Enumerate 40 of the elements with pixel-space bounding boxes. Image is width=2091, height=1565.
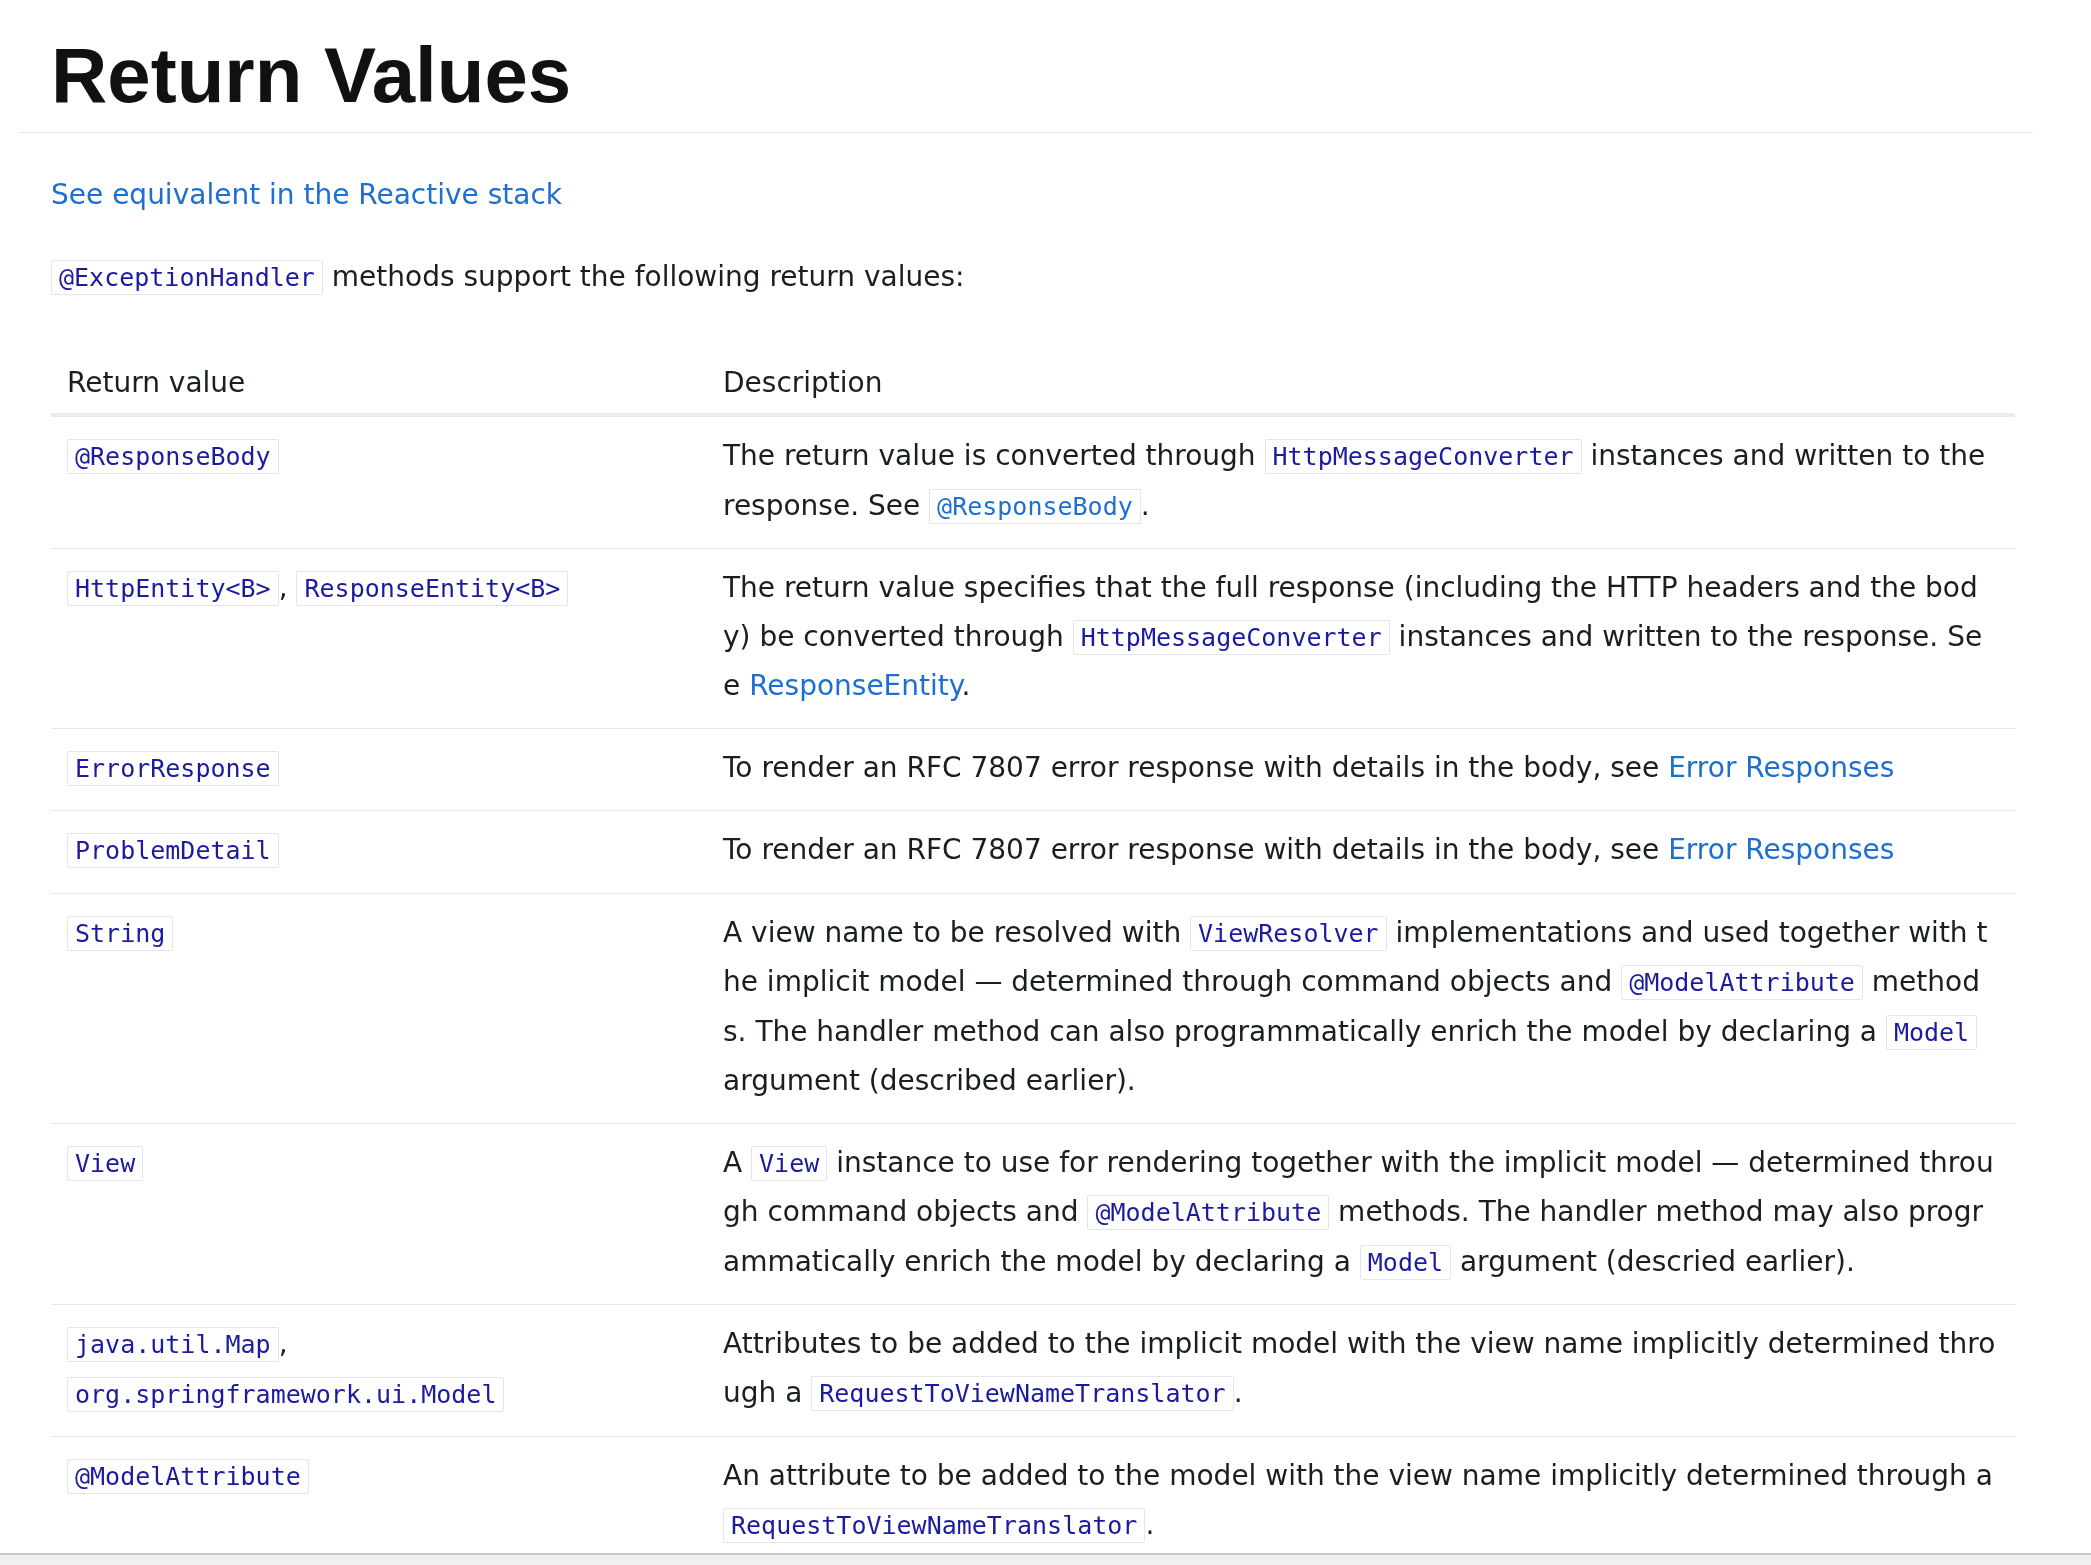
inline-code: java.util.Map xyxy=(67,1327,279,1362)
inline-code: ViewResolver xyxy=(1190,915,1387,951)
inline-code: HttpMessageConverter xyxy=(1264,439,1582,474)
description-cell: The return value is converted through HttpMessageConverter instances and written to the response. See @ResponseBody . xyxy=(707,415,2015,549)
column-header: Return value xyxy=(51,360,707,415)
inline-code: Model xyxy=(1359,1244,1452,1280)
inline-code: RequestToViewNameTranslator xyxy=(723,1507,1146,1543)
inline-code: View xyxy=(67,1145,144,1181)
inline-code: HttpEntity<B> xyxy=(67,571,279,606)
inline-code: @ResponseBody xyxy=(67,439,279,474)
horizontal-scrollbar[interactable] xyxy=(0,1553,2091,1565)
description-cell: A View instance to use for rendering together with the implicit model — determined through command objects and @ModelAttribute methods. The handler method may also programmatically enrich the model by declaring a Model argument (descried earlier). xyxy=(707,1123,2015,1305)
inline-code: View xyxy=(751,1145,828,1181)
inline-code: ResponseEntity<B> xyxy=(296,571,569,606)
return-value-cell: java.util.Map , org.springframework.ui.Model xyxy=(51,1304,707,1437)
inline-code: org.springframework.ui.Model xyxy=(67,1376,505,1412)
inline-code: @ModelAttribute xyxy=(67,1459,309,1494)
description-cell: The return value specifies that the full response (including the HTTP headers and the body) be converted through HttpMessageConverter instances and written to the response. See ResponseEntity. xyxy=(707,548,2015,728)
link[interactable]: Error Responses xyxy=(1668,750,1895,784)
inline-code: String xyxy=(67,915,174,951)
inline-code: Model xyxy=(1885,1014,1978,1050)
code-link[interactable]: @ResponseBody xyxy=(929,488,1141,524)
link[interactable]: ResponseEntity xyxy=(749,669,962,702)
description-cell: To render an RFC 7807 error response with details in the body, see Error Responses xyxy=(707,810,2015,893)
intro-text: @ExceptionHandler methods support the following return values: xyxy=(51,257,2015,298)
inline-code: @ExceptionHandler xyxy=(51,260,323,295)
inline-code: ErrorResponse xyxy=(67,750,279,786)
description-cell: To render an RFC 7807 error response with details in the body, see Error Responses xyxy=(707,728,2015,811)
return-value-cell: HttpEntity<B> , ResponseEntity<B> xyxy=(51,548,707,728)
column-header: Description xyxy=(707,360,2015,415)
inline-code: @ModelAttribute xyxy=(1087,1195,1330,1230)
reactive-stack-link[interactable]: See equivalent in the Reactive stack xyxy=(51,178,563,211)
description-cell: A view name to be resolved with ViewResolver implementations and used together with the implicit model — determined through command objects and @ModelAttribute methods. The handler method can also programmatically enrich the model by declaring a Model argument (described earlier). xyxy=(707,893,2015,1123)
inline-code: @ModelAttribute xyxy=(1621,965,1863,1000)
page-title: Return Values xyxy=(19,0,2033,133)
description-cell: Attributes to be added to the implicit model with the view name implicitly determined through a RequestToViewNameTranslator . xyxy=(707,1304,2015,1437)
inline-code: RequestToViewNameTranslator xyxy=(811,1375,1234,1411)
inline-code: HttpMessageConverter xyxy=(1072,619,1390,655)
inline-code: ProblemDetail xyxy=(67,833,279,868)
link[interactable]: Error Responses xyxy=(1668,833,1895,866)
